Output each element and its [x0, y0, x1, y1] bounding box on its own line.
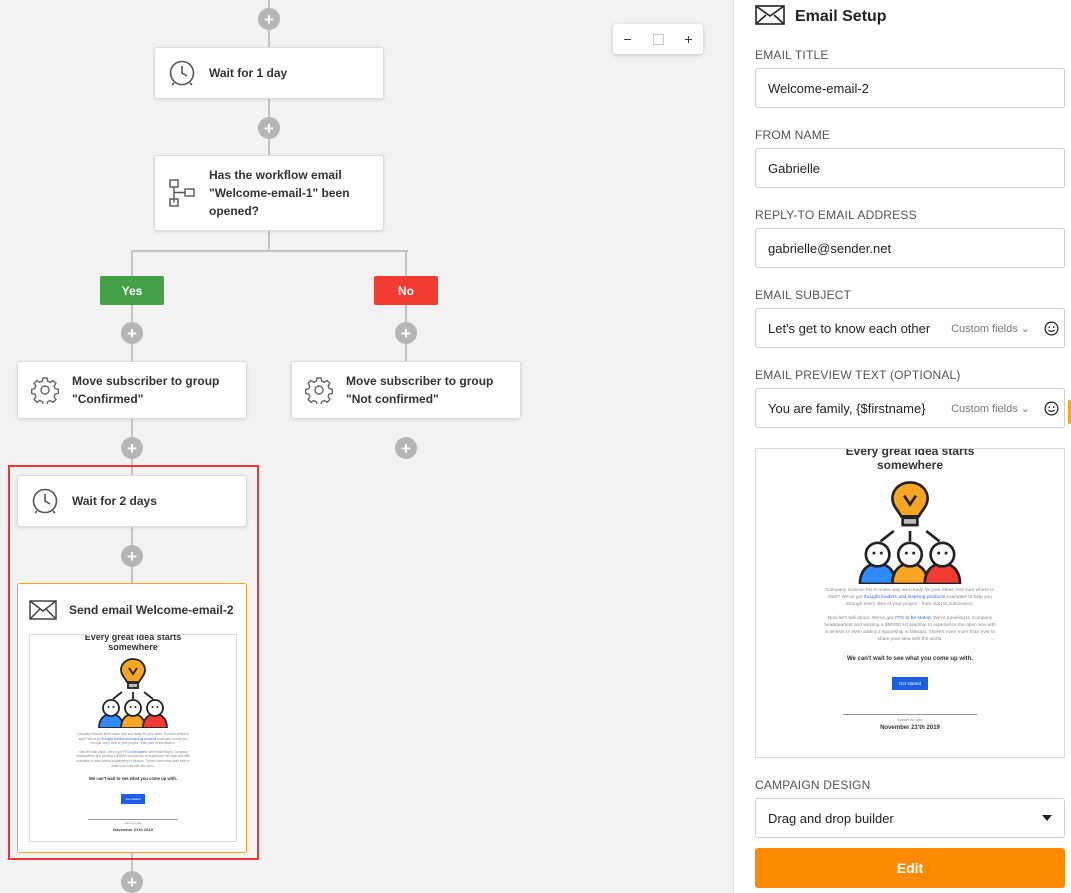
- workflow-condition-icon: [167, 178, 197, 208]
- move-subscriber-node[interactable]: Move subscriber to group "Not confirmed": [291, 361, 521, 419]
- preview-text-value: You are family, {$firstname}: [768, 400, 926, 416]
- email-subject-label: EMAIL SUBJECT: [755, 288, 852, 302]
- connector-line: [405, 250, 407, 278]
- edit-button[interactable]: Edit: [755, 848, 1065, 888]
- chevron-down-icon: [1042, 815, 1052, 821]
- add-step-button[interactable]: +: [395, 437, 417, 459]
- node-label: Move subscriber to group "Confirmed": [72, 374, 220, 406]
- email-title-input[interactable]: Welcome-email-2: [755, 68, 1065, 108]
- chevron-down-icon: ⌄: [1020, 322, 1030, 335]
- reply-to-input[interactable]: gabrielle@sender.net: [755, 228, 1065, 268]
- from-name-value: Gabrielle: [768, 160, 821, 176]
- wait-node[interactable]: Wait for 1 day: [154, 47, 384, 99]
- add-step-button[interactable]: +: [258, 8, 280, 30]
- add-step-button[interactable]: +: [258, 117, 280, 139]
- preview-title: Every great idea starts somewhere: [845, 448, 975, 472]
- preview-text-input[interactable]: You are family, {$firstname} Custom fiel…: [755, 388, 1065, 428]
- email-preview: Every great idea starts somewhere Compan…: [755, 448, 1065, 758]
- add-step-button[interactable]: +: [121, 437, 143, 459]
- from-name-label: FROM NAME: [755, 128, 831, 142]
- node-label: Wait for 1 day: [209, 66, 288, 80]
- campaign-design-select[interactable]: Drag and drop builder: [755, 798, 1065, 838]
- preview-tagline: We can't wait to see what you come up wi…: [846, 655, 973, 662]
- node-label: Send email Welcome-email-2: [69, 603, 234, 617]
- wait-node[interactable]: Wait for 2 days: [17, 475, 247, 527]
- custom-fields-dropdown[interactable]: Custom fields ⌄: [951, 402, 1030, 415]
- envelope-icon: [755, 4, 785, 31]
- panel-title: Email Setup: [795, 8, 887, 25]
- connector-line: [131, 250, 133, 278]
- email-thumbnail: Every great idea starts somewhere Compan…: [29, 634, 237, 842]
- preview-title: Every great idea starts somewhere: [84, 634, 182, 652]
- preview-cta: Get started: [120, 794, 146, 805]
- connector-line: [268, 230, 270, 250]
- preview-paragraph: Now let's talk about. We've got YTG to b…: [76, 749, 190, 768]
- send-email-node[interactable]: Send email Welcome-email-2 Every great i…: [17, 583, 247, 853]
- email-subject-input[interactable]: Let's get to know each other Custom fiel…: [755, 308, 1065, 348]
- lightbulb-icon: [850, 478, 970, 586]
- envelope-icon: [28, 595, 58, 625]
- node-label: Move subscriber to group "Not confirmed": [346, 374, 494, 406]
- preview-date: November 21'th 2019: [113, 827, 153, 833]
- fit-to-screen-button[interactable]: [652, 33, 664, 45]
- smiley-icon[interactable]: [1038, 401, 1064, 416]
- move-subscriber-node[interactable]: Move subscriber to group "Confirmed": [17, 361, 247, 419]
- branch-yes[interactable]: Yes: [100, 276, 164, 305]
- workflow-canvas[interactable]: + + + + + + + + Wait for 1 day Has the w…: [0, 0, 733, 893]
- condition-node[interactable]: Has the workflow email "Welcome-email-1"…: [154, 155, 384, 231]
- preview-paragraph: Now let's talk about. We've got YTG to b…: [824, 616, 996, 642]
- preview-paragraph: Company Science list in under way and re…: [77, 732, 189, 746]
- gear-icon: [304, 375, 334, 405]
- campaign-design-label: CAMPAIGN DESIGN: [755, 778, 871, 792]
- zoom-in-button[interactable]: +: [684, 31, 692, 47]
- gear-icon: [30, 375, 60, 405]
- preview-tagline: We can't wait to see what you come up wi…: [89, 776, 177, 782]
- reply-to-value: gabrielle@sender.net: [768, 240, 892, 256]
- preview-footer-small: Submit an idea: [124, 822, 142, 826]
- clock-icon: [167, 58, 197, 88]
- clock-icon: [30, 486, 60, 516]
- email-title-value: Welcome-email-2: [768, 80, 869, 96]
- add-step-button[interactable]: +: [121, 322, 143, 344]
- email-setup-panel: Email Setup EMAIL TITLE Welcome-email-2 …: [733, 0, 1071, 893]
- preview-text-label: EMAIL PREVIEW TEXT (OPTIONAL): [755, 368, 961, 382]
- email-subject-value: Let's get to know each other: [768, 320, 931, 336]
- preview-footer-small: Submit an idea: [897, 717, 923, 722]
- node-label: Has the workflow email "Welcome-email-1"…: [209, 168, 350, 218]
- add-step-button[interactable]: +: [395, 322, 417, 344]
- campaign-design-value: Drag and drop builder: [768, 810, 894, 826]
- custom-fields-dropdown[interactable]: Custom fields ⌄: [951, 322, 1030, 335]
- add-step-button[interactable]: +: [121, 871, 143, 893]
- branch-no[interactable]: No: [374, 276, 438, 305]
- preview-cta: Get started: [891, 676, 929, 690]
- preview-paragraph: Company Science list in under way and re…: [825, 588, 995, 607]
- from-name-input[interactable]: Gabrielle: [755, 148, 1065, 188]
- email-title-label: EMAIL TITLE: [755, 48, 829, 62]
- panel-header: Email Setup: [755, 4, 887, 31]
- preview-date: November 21'th 2019: [880, 724, 940, 731]
- connector-line: [131, 250, 408, 252]
- node-label: Wait for 2 days: [72, 494, 157, 508]
- zoom-out-button[interactable]: −: [623, 31, 631, 47]
- reply-to-label: REPLY-TO EMAIL ADDRESS: [755, 208, 917, 222]
- chevron-down-icon: ⌄: [1020, 402, 1030, 415]
- lightbulb-icon: [93, 656, 173, 729]
- zoom-controls: − +: [613, 24, 703, 54]
- smiley-icon[interactable]: [1038, 321, 1064, 336]
